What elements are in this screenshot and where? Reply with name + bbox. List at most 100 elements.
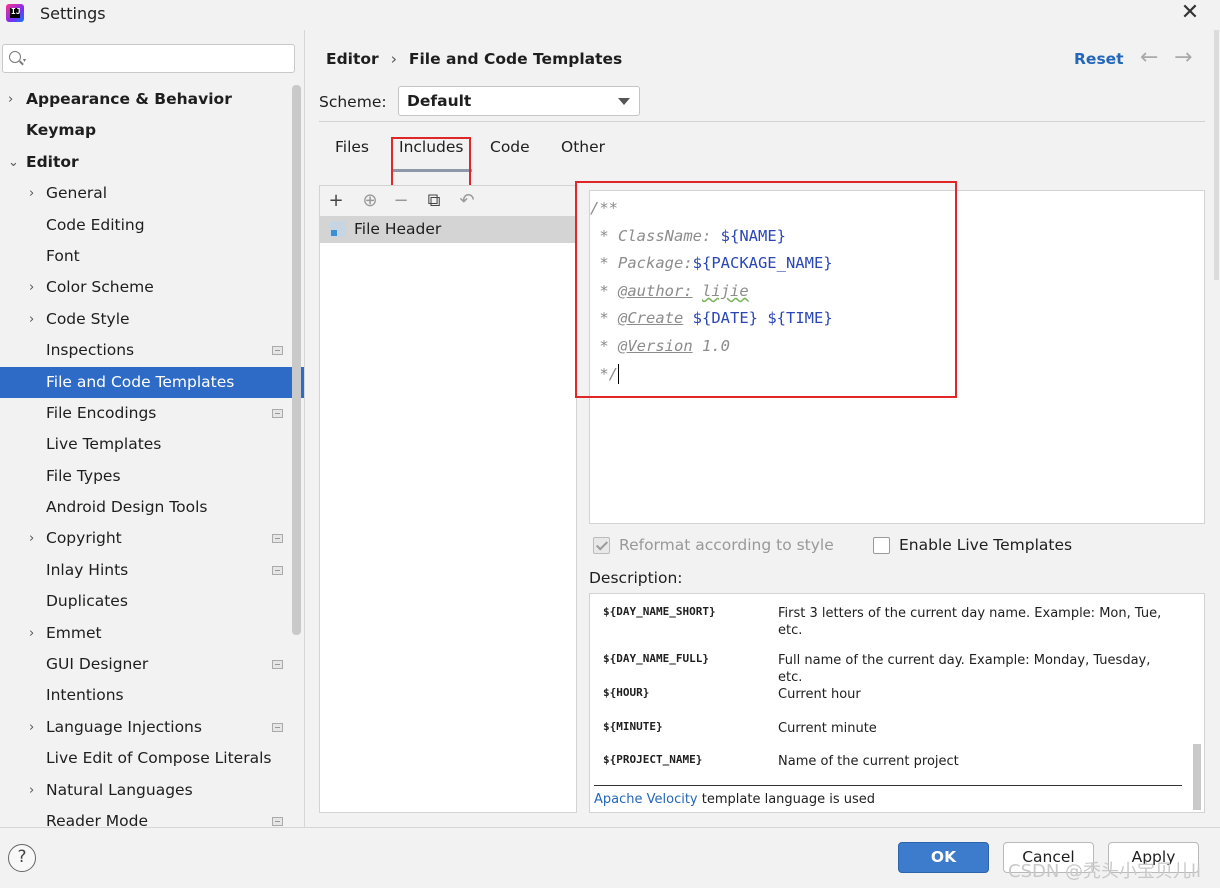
search-icon — [9, 51, 21, 63]
sidebar-item-color-scheme[interactable]: › Color Scheme — [0, 272, 304, 303]
copy-icon[interactable]: ⧉ — [424, 191, 444, 211]
close-icon[interactable]: ✕ — [1178, 2, 1202, 26]
variable-description: Name of the current project — [778, 754, 959, 769]
live-templates-checkbox[interactable] — [873, 537, 890, 554]
tab-other[interactable]: Other — [561, 138, 605, 168]
add-child-icon[interactable]: ⊕ — [360, 191, 380, 211]
template-code[interactable]: /** * ClassName: ${NAME} * Package:${PAC… — [590, 195, 833, 388]
code-line: * @Create ${DATE} ${TIME} — [590, 305, 833, 333]
sidebar-item-inspections[interactable]: Inspections — [0, 335, 304, 366]
code-token: @Version — [618, 336, 693, 355]
sidebar-item-editor[interactable]: ⌄ Editor — [0, 147, 304, 178]
search-box[interactable]: ▾ — [2, 44, 295, 73]
sidebar-item-label: Font — [46, 246, 80, 265]
sidebar-item-live-edit-of-compose-literals[interactable]: Live Edit of Compose Literals — [0, 743, 304, 774]
remove-icon[interactable]: − — [391, 191, 411, 211]
sidebar-item-emmet[interactable]: › Emmet — [0, 618, 304, 649]
chevron-right-icon[interactable]: › — [29, 523, 34, 554]
code-token: @author: — [618, 281, 693, 300]
list-toolbar: + ⊕ − ⧉ ↶ — [320, 186, 576, 216]
chevron-right-icon[interactable]: › — [29, 272, 34, 303]
reset-link[interactable]: Reset — [1074, 50, 1124, 68]
sidebar-item-label: File Encodings — [46, 403, 157, 422]
variable-name: ${MINUTE} — [603, 720, 663, 733]
scheme-label: Scheme: — [319, 93, 387, 111]
sidebar-item-code-editing[interactable]: Code Editing — [0, 210, 304, 241]
sidebar-item-file-encodings[interactable]: File Encodings — [0, 398, 304, 429]
back-arrow-icon[interactable]: ← — [1140, 45, 1158, 70]
code-token: /** — [590, 199, 618, 217]
sidebar-item-label: Natural Languages — [46, 780, 193, 799]
sidebar-item-font[interactable]: Font — [0, 241, 304, 272]
code-token: ${PACKAGE_NAME} — [692, 254, 833, 273]
variable-description: First 3 letters of the current day name.… — [778, 606, 1162, 638]
window-scrollbar[interactable] — [1214, 30, 1219, 280]
breadcrumb-separator: › — [390, 50, 397, 68]
help-icon[interactable]: ? — [8, 844, 36, 872]
sidebar-item-label: Emmet — [46, 623, 102, 642]
sidebar-item-keymap[interactable]: Keymap — [0, 115, 304, 146]
footer-text: template language is used — [697, 792, 876, 807]
settings-search-input[interactable] — [33, 48, 283, 70]
sidebar-item-appearance-behavior[interactable]: › Appearance & Behavior — [0, 84, 304, 115]
breadcrumb: Editor › File and Code Templates — [326, 50, 622, 68]
velocity-link[interactable]: Apache Velocity — [594, 792, 698, 807]
tab-code[interactable]: Code — [490, 138, 530, 168]
sidebar-item-code-style[interactable]: › Code Style — [0, 304, 304, 335]
sidebar-item-language-injections[interactable]: › Language Injections — [0, 712, 304, 743]
dialog-footer: ? OK Cancel Apply CSDN @秃头小宝贝儿li — [0, 827, 1220, 888]
sidebar-item-natural-languages[interactable]: › Natural Languages — [0, 775, 304, 806]
code-line: * Package:${PACKAGE_NAME} — [590, 250, 833, 278]
sidebar-item-label: Inspections — [46, 341, 135, 360]
file-template-icon — [330, 221, 346, 237]
title-bar: IJ Settings ✕ — [0, 0, 1220, 30]
template-editor[interactable]: /** * ClassName: ${NAME} * Package:${PAC… — [589, 190, 1205, 524]
intellij-icon: IJ — [6, 4, 24, 22]
chevron-right-icon[interactable]: › — [29, 712, 34, 743]
forward-arrow-icon[interactable]: → — [1174, 45, 1192, 70]
description-scrollbar[interactable] — [1193, 744, 1201, 810]
sidebar-item-reader-mode[interactable]: Reader Mode — [0, 806, 304, 827]
chevron-right-icon[interactable]: › — [8, 84, 13, 115]
tab-files[interactable]: Files — [335, 138, 369, 168]
scheme-dropdown[interactable]: Default — [398, 86, 640, 116]
watermark: CSDN @秃头小宝贝儿li — [1008, 861, 1202, 882]
project-settings-icon — [272, 722, 283, 732]
undo-icon[interactable]: ↶ — [457, 191, 477, 211]
sidebar-item-gui-designer[interactable]: GUI Designer — [0, 649, 304, 680]
sidebar-item-android-design-tools[interactable]: Android Design Tools — [0, 492, 304, 523]
divider — [319, 121, 1205, 122]
chevron-right-icon[interactable]: › — [29, 618, 34, 649]
code-token: */ — [590, 364, 618, 383]
ok-button[interactable]: OK — [898, 842, 989, 873]
sidebar-item-live-templates[interactable]: Live Templates — [0, 429, 304, 460]
chevron-down-icon[interactable]: ⌄ — [8, 147, 19, 178]
chevron-right-icon[interactable]: › — [29, 304, 34, 335]
project-settings-icon — [272, 534, 283, 544]
code-token: * — [590, 336, 618, 355]
sidebar-item-intentions[interactable]: Intentions — [0, 680, 304, 711]
code-token: ${TIME} — [767, 309, 833, 328]
sidebar-item-general[interactable]: › General — [0, 178, 304, 209]
chevron-right-icon[interactable]: › — [29, 178, 34, 209]
variable-name: ${DAY_NAME_FULL} — [603, 652, 709, 665]
sidebar-item-inlay-hints[interactable]: Inlay Hints — [0, 555, 304, 586]
code-token: ${DATE} — [692, 309, 758, 328]
sidebar-item-duplicates[interactable]: Duplicates — [0, 586, 304, 617]
chevron-right-icon[interactable]: › — [29, 775, 34, 806]
add-icon[interactable]: + — [326, 191, 346, 211]
tab-includes[interactable]: Includes — [391, 138, 471, 172]
sidebar-item-file-types[interactable]: File Types — [0, 461, 304, 492]
sidebar-scrollbar[interactable] — [292, 85, 301, 635]
sidebar-item-label: Language Injections — [46, 717, 202, 736]
template-list-item[interactable]: File Header — [320, 216, 576, 243]
reformat-checkbox[interactable] — [593, 537, 610, 554]
search-dropdown-icon: ▾ — [23, 57, 27, 64]
sidebar-item-copyright[interactable]: › Copyright — [0, 523, 304, 554]
sidebar-item-file-and-code-templates[interactable]: File and Code Templates — [0, 366, 304, 398]
sidebar-item-label: Code Style — [46, 309, 130, 328]
code-token: * — [590, 281, 618, 300]
sidebar-item-label: Live Edit of Compose Literals — [46, 749, 272, 768]
chevron-down-icon — [618, 98, 630, 105]
